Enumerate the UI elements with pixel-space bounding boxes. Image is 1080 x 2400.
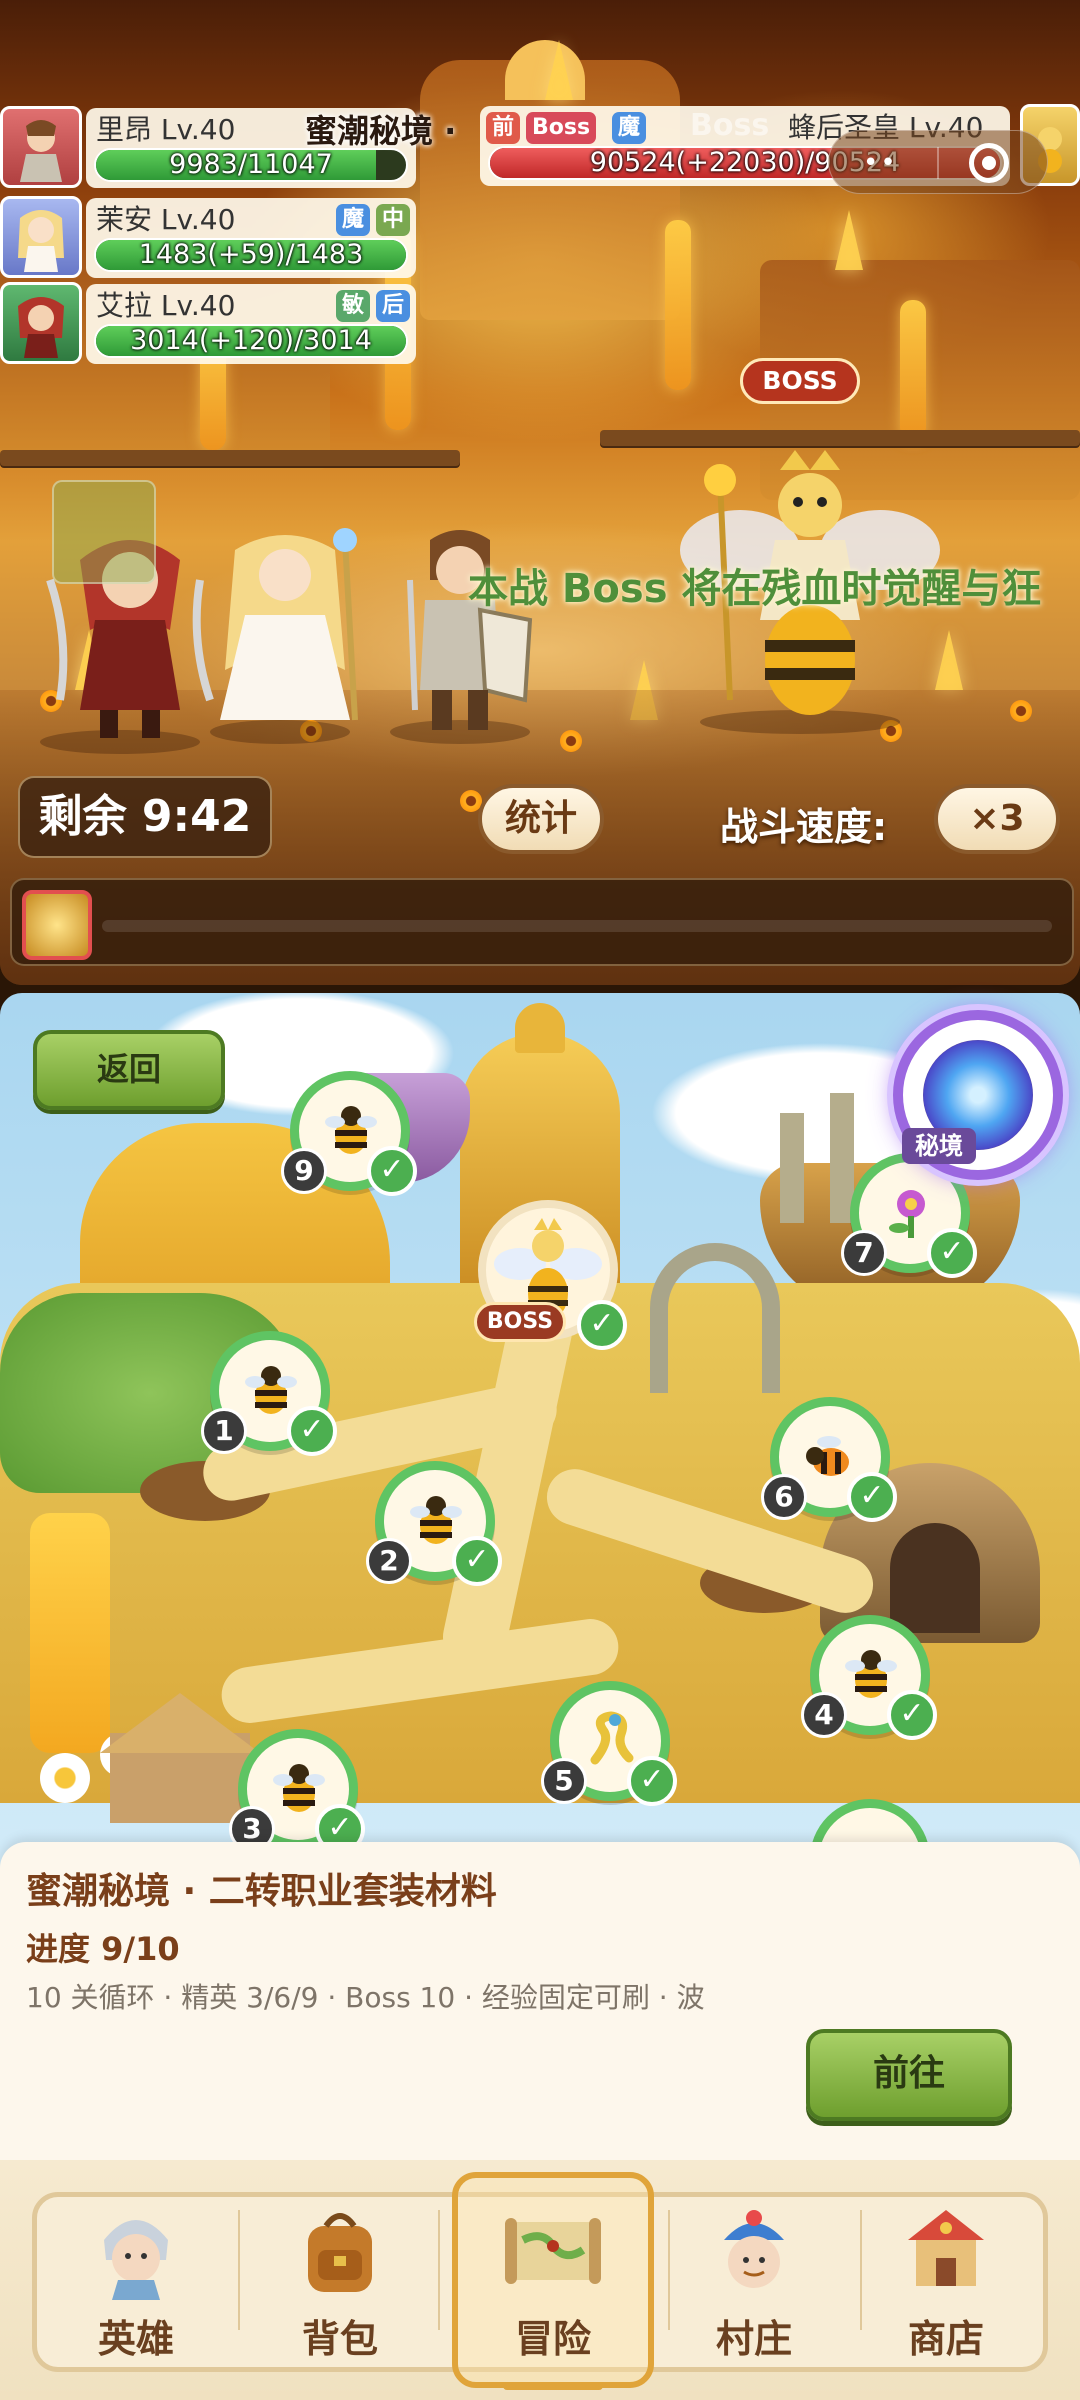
position-tag-back: 后 xyxy=(375,290,410,322)
stage-info-card: 蜜潮秘境 · 二转职业套装材料 进度 9/10 10 关循环 · 精英 3/6/… xyxy=(0,1842,1080,2160)
stage-node-9[interactable]: 9 ✓ xyxy=(281,1071,417,1196)
bee-enemy-icon xyxy=(245,1366,297,1414)
stage-node-5[interactable]: 5 ✓ xyxy=(541,1681,677,1806)
role-tag-agility: 敏 xyxy=(335,290,370,322)
hp-value: 9983/11047 xyxy=(169,149,333,180)
boss-marker: BOSS xyxy=(740,358,860,404)
hp-bar: 3014(+120)/3014 xyxy=(94,324,408,358)
active-tab-indicator xyxy=(503,2382,603,2390)
cleared-check-icon: ✓ xyxy=(847,1472,897,1522)
cleared-check-icon: ✓ xyxy=(887,1690,937,1740)
stage-title: 蜜潮秘境 · xyxy=(305,112,457,150)
boss-tag-magic: 魔 xyxy=(612,112,647,144)
hornet-enemy-icon xyxy=(806,1436,849,1476)
stage-description: 10 关循环 · 精英 3/6/9 · Boss 10 · 经验固定可刷 · 波 xyxy=(26,1981,705,2014)
serpent-enemy-icon xyxy=(590,1711,634,1765)
nav-label: 冒险 xyxy=(514,2317,591,2361)
secret-realm-label: 秘境 xyxy=(902,1128,976,1164)
hero-icon xyxy=(104,2220,168,2300)
cleared-check-icon: ✓ xyxy=(287,1406,337,1456)
stage-info-title: 蜜潮秘境 · 二转职业套装材料 xyxy=(26,1871,497,1912)
bee-enemy-icon xyxy=(410,1496,462,1544)
stage-node-1[interactable]: 1 ✓ xyxy=(201,1331,337,1456)
stage-node-6[interactable]: 6 ✓ xyxy=(761,1397,897,1522)
bee-enemy-icon xyxy=(845,1650,897,1698)
stage-number: 4 xyxy=(801,1692,847,1738)
miniapp-capsule: •• xyxy=(828,130,1048,194)
backpack-icon xyxy=(308,2213,372,2292)
hp-bar: 1483(+59)/1483 xyxy=(94,238,408,272)
stage-number: 9 xyxy=(281,1148,327,1194)
battle-hint-marquee: 本战 Boss 将在残血时觉醒与狂 xyxy=(468,566,1042,612)
close-miniapp-icon[interactable] xyxy=(969,143,1009,183)
hp-value: 1483(+59)/1483 xyxy=(138,239,364,270)
nav-tab-shop[interactable]: 商店 xyxy=(856,2180,1036,2380)
village-icon xyxy=(724,2210,784,2288)
nav-label: 英雄 xyxy=(97,2317,174,2361)
capsule-divider xyxy=(937,147,939,179)
nav-tab-village[interactable]: 村庄 xyxy=(664,2180,844,2380)
more-icon[interactable]: •• xyxy=(863,150,898,176)
stage-number: 1 xyxy=(201,1408,247,1454)
hp-value: 3014(+120)/3014 xyxy=(130,325,372,356)
shop-icon xyxy=(908,2210,984,2286)
nav-tab-adventure[interactable]: 冒险 xyxy=(463,2180,643,2380)
boss-tag-boss: Boss xyxy=(526,112,597,144)
role-tag-magic: 魔 xyxy=(335,204,370,236)
cleared-check-icon: ✓ xyxy=(627,1756,677,1806)
stone-arch xyxy=(650,1243,780,1393)
nav-tab-backpack[interactable]: 背包 xyxy=(250,2180,430,2380)
boss-tag-front: 前 xyxy=(486,112,521,144)
leon-avatar xyxy=(0,106,82,188)
aila-avatar xyxy=(0,282,82,364)
turn-timeline xyxy=(10,878,1074,966)
position-tag-middle: 中 xyxy=(375,204,410,236)
stage-number: 2 xyxy=(366,1538,412,1584)
nav-label: 商店 xyxy=(907,2317,984,2361)
battle-scene: 里昂 Lv.40 9983/11047 茉安 Lv.40 魔 中 1483(+5… xyxy=(0,0,1080,985)
priestess-sprite xyxy=(205,520,365,744)
party-hp-aila: 艾拉 Lv.40 敏 后 3014(+120)/3014 xyxy=(0,282,420,366)
nav-tab-heroes[interactable]: 英雄 xyxy=(46,2180,226,2380)
go-button[interactable]: 前往 xyxy=(806,2029,1012,2121)
adventure-map-icon xyxy=(505,2218,601,2284)
boss-cleared-check-icon: ✓ xyxy=(577,1300,627,1350)
hp-bar: 9983/11047 xyxy=(94,148,408,182)
boss-stage-label: BOSS xyxy=(474,1302,566,1342)
back-button[interactable]: 返回 xyxy=(33,1030,225,1110)
battle-timer: 剩余 9:42 xyxy=(18,776,272,858)
status-effect-icon xyxy=(52,480,156,584)
cleared-check-icon: ✓ xyxy=(367,1146,417,1196)
stats-button[interactable]: 统计 xyxy=(478,784,604,854)
party-hp-moan: 茉安 Lv.40 魔 中 1483(+59)/1483 xyxy=(0,196,420,280)
flower-enemy-icon xyxy=(889,1190,925,1238)
knight-sprite xyxy=(380,520,540,744)
stage-node-3[interactable]: 3 ✓ xyxy=(229,1729,365,1854)
timeline-track xyxy=(102,920,1052,932)
battle-speed-label: 战斗速度: xyxy=(720,805,888,849)
battle-speed-button[interactable]: ×3 xyxy=(934,784,1060,854)
boss-turn-icon xyxy=(22,890,92,960)
bee-enemy-icon xyxy=(273,1764,325,1812)
stage-number: 7 xyxy=(841,1230,887,1276)
stage-number: 6 xyxy=(761,1474,807,1520)
boss-label-overlay: Boss xyxy=(690,108,770,143)
stage-progress: 进度 9/10 xyxy=(26,1930,180,1968)
cleared-check-icon: ✓ xyxy=(927,1228,977,1278)
stage-number: 5 xyxy=(541,1758,587,1804)
cleared-check-icon: ✓ xyxy=(452,1536,502,1586)
stage-node-2[interactable]: 2 ✓ xyxy=(366,1461,502,1586)
stage-node-4[interactable]: 4 ✓ xyxy=(801,1615,937,1740)
bee-enemy-icon xyxy=(325,1106,377,1154)
moan-avatar xyxy=(0,196,82,278)
nav-label: 背包 xyxy=(301,2317,378,2361)
nav-label: 村庄 xyxy=(715,2317,792,2361)
game-screen: 里昂 Lv.40 9983/11047 茉安 Lv.40 魔 中 1483(+5… xyxy=(0,0,1080,2400)
